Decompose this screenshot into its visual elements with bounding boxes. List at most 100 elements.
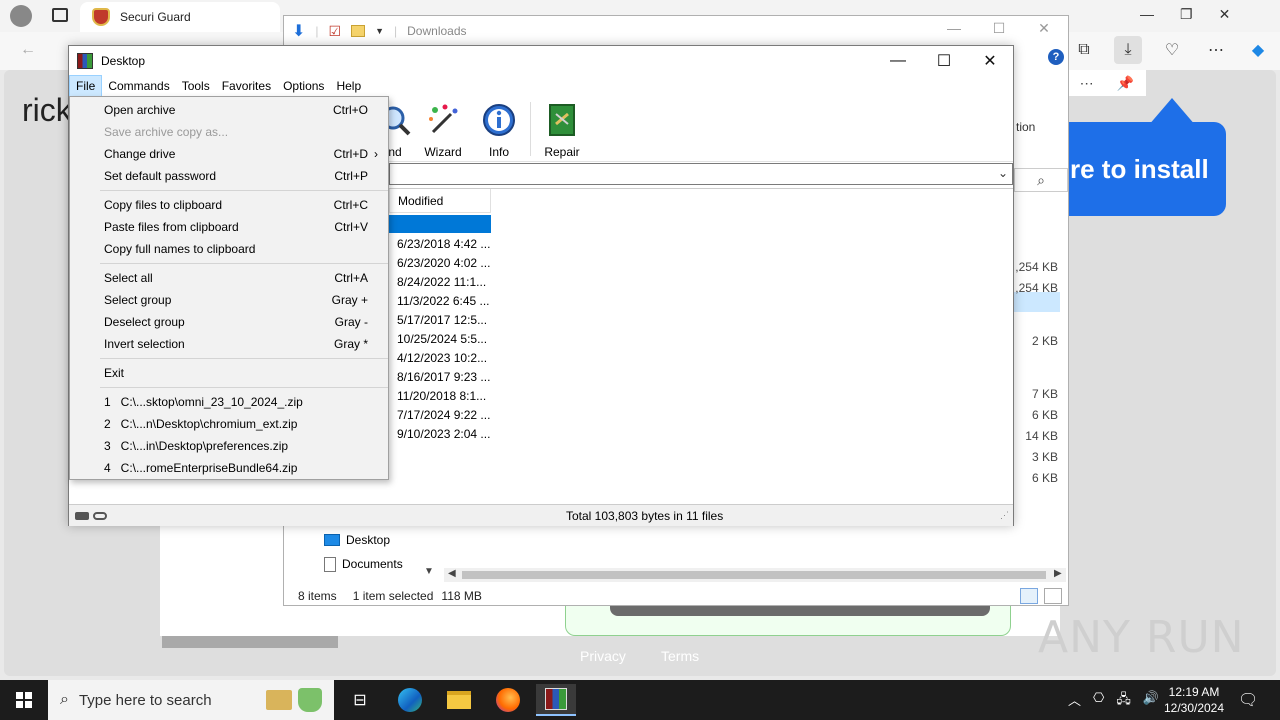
- taskbar-clock[interactable]: 12:19 AM 12/30/2024: [1160, 684, 1228, 716]
- menu-item-set-default-password[interactable]: Set default password Ctrl+P: [70, 165, 388, 187]
- pin-icon[interactable]: 📌: [1117, 75, 1134, 92]
- nav-item-desktop[interactable]: Desktop: [284, 528, 440, 552]
- nav-item-documents[interactable]: Documents: [284, 552, 440, 576]
- selection-size: 118 MB: [441, 589, 482, 603]
- task-view-icon[interactable]: ⊟: [340, 684, 380, 716]
- taskbar-search-box[interactable]: ⌕ Type here to search: [48, 680, 334, 720]
- menu-file[interactable]: File: [69, 75, 103, 97]
- menu-item-deselect-group[interactable]: Deselect group Gray -: [70, 311, 388, 333]
- key-icon[interactable]: [93, 511, 107, 520]
- desktop-folder-icon: [324, 534, 340, 546]
- menu-options[interactable]: Options: [277, 76, 330, 96]
- menu-item-change-drive[interactable]: Change drive Ctrl+D ›: [70, 143, 388, 165]
- menu-item-exit[interactable]: Exit: [70, 362, 388, 384]
- modified-cell[interactable]: 9/10/2023 2:04 ...: [397, 427, 490, 446]
- close-icon[interactable]: ✕: [1219, 6, 1231, 23]
- menu-item-recent-archive[interactable]: 4 C:\...romeEnterpriseBundle64.zip: [70, 457, 388, 479]
- browser-tab[interactable]: Securi Guard: [80, 2, 280, 32]
- nav-scroll-down-icon[interactable]: ▼: [424, 566, 434, 577]
- minimize-icon[interactable]: —: [934, 20, 974, 36]
- file-explorer-taskbar-icon[interactable]: [439, 684, 479, 716]
- scroll-right-icon[interactable]: ▶: [1054, 568, 1062, 579]
- menu-item-recent-archive[interactable]: 1 C:\...sktop\omni_23_10_2024_.zip: [70, 391, 388, 413]
- privacy-link[interactable]: Privacy: [580, 648, 626, 664]
- minimize-icon[interactable]: —: [1140, 6, 1154, 23]
- health-icon[interactable]: ♡: [1158, 36, 1186, 64]
- volume-icon[interactable]: 🔊: [1143, 690, 1159, 712]
- help-icon[interactable]: ?: [1048, 49, 1064, 65]
- menu-shortcut: Ctrl+V: [334, 220, 368, 234]
- menu-item-select-all[interactable]: Select all Ctrl+A: [70, 267, 388, 289]
- copilot-icon[interactable]: ◆: [1244, 36, 1272, 64]
- collections-icon[interactable]: ⧉: [1070, 36, 1098, 64]
- details-view-icon[interactable]: [1020, 588, 1038, 604]
- menu-item-recent-archive[interactable]: 3 C:\...in\Desktop\preferences.zip: [70, 435, 388, 457]
- back-arrow-icon[interactable]: ←: [14, 36, 42, 64]
- menu-item-select-group[interactable]: Select group Gray +: [70, 289, 388, 311]
- drive-icon[interactable]: [75, 511, 89, 520]
- start-button[interactable]: [0, 680, 48, 720]
- firefox-taskbar-icon[interactable]: [488, 684, 528, 716]
- modified-cell[interactable]: 6/23/2020 4:02 ...: [397, 256, 490, 275]
- network-icon[interactable]: 🖧: [1116, 690, 1131, 712]
- menu-help[interactable]: Help: [330, 76, 367, 96]
- selection-count: 1 item selected: [352, 589, 434, 603]
- minimize-icon[interactable]: —: [875, 46, 921, 76]
- modified-cell[interactable]: 10/25/2024 5:5...: [397, 332, 490, 351]
- profile-avatar[interactable]: [10, 5, 32, 27]
- maximize-icon[interactable]: ☐: [921, 46, 967, 76]
- selected-row[interactable]: [389, 215, 491, 233]
- folder-icon[interactable]: [351, 25, 366, 37]
- device-icon[interactable]: ⎔: [1093, 690, 1104, 712]
- selected-row-highlight: [1012, 292, 1060, 312]
- modified-cell[interactable]: 11/3/2022 6:45 ...: [397, 294, 490, 313]
- tab-actions-icon[interactable]: [52, 8, 68, 22]
- resize-grip-icon[interactable]: ⋰: [1000, 510, 1009, 521]
- menu-item-recent-archive[interactable]: 2 C:\...n\Desktop\chromium_ext.zip: [70, 413, 388, 435]
- column-header-modified[interactable]: Modified: [389, 189, 491, 213]
- menu-item-open-archive[interactable]: Open archive Ctrl+O: [70, 99, 388, 121]
- info-button[interactable]: Info: [469, 102, 529, 159]
- close-icon[interactable]: ✕: [1024, 20, 1064, 37]
- more-icon[interactable]: ⋯: [1080, 75, 1094, 92]
- edge-taskbar-icon[interactable]: [390, 684, 430, 716]
- quick-access-dropdown-icon[interactable]: ▼: [375, 26, 384, 36]
- close-icon[interactable]: ✕: [967, 46, 1013, 76]
- menu-item-paste-files[interactable]: Paste files from clipboard Ctrl+V: [70, 216, 388, 238]
- toolbar-separator: [530, 102, 531, 156]
- menu-item-invert-selection[interactable]: Invert selection Gray *: [70, 333, 388, 355]
- downloads-icon[interactable]: ⤓: [1114, 36, 1142, 64]
- modified-cell[interactable]: 6/23/2018 4:42 ...: [397, 237, 490, 256]
- more-options-icon[interactable]: ⋯: [1202, 36, 1230, 64]
- scrollbar-thumb[interactable]: [462, 571, 1046, 579]
- scroll-left-icon[interactable]: ◀: [448, 568, 456, 579]
- maximize-icon[interactable]: ☐: [979, 20, 1019, 37]
- modified-cell[interactable]: 5/17/2017 12:5...: [397, 313, 490, 332]
- large-icons-view-icon[interactable]: [1044, 588, 1062, 604]
- wizard-button[interactable]: Wizard: [413, 102, 473, 159]
- notifications-icon[interactable]: 🗨: [1238, 690, 1258, 710]
- properties-icon[interactable]: ☑: [329, 23, 342, 40]
- menu-tools[interactable]: Tools: [176, 76, 216, 96]
- chevron-up-icon[interactable]: ︿: [1068, 690, 1081, 712]
- winrar-taskbar-icon[interactable]: [536, 684, 576, 716]
- terms-link[interactable]: Terms: [661, 648, 699, 664]
- modified-cell[interactable]: 4/12/2023 10:2...: [397, 351, 490, 370]
- restore-icon[interactable]: ❐: [1180, 6, 1193, 23]
- modified-cell[interactable]: 11/20/2018 8:1...: [397, 389, 490, 408]
- menu-item-copy-full-names[interactable]: Copy full names to clipboard: [70, 238, 388, 260]
- repair-button[interactable]: Repair: [532, 102, 592, 159]
- menu-commands[interactable]: Commands: [102, 76, 175, 96]
- menu-favorites[interactable]: Favorites: [216, 76, 277, 96]
- chevron-down-icon[interactable]: ⌄: [998, 166, 1008, 180]
- repair-book-icon: [549, 104, 575, 136]
- address-bar[interactable]: ⌄: [389, 163, 1013, 185]
- search-icon[interactable]: ⌕: [1014, 168, 1068, 192]
- winrar-window-title: Desktop: [101, 54, 146, 68]
- menu-item-copy-files[interactable]: Copy files to clipboard Ctrl+C: [70, 194, 388, 216]
- cleaning-spray-icon: [298, 688, 322, 712]
- modified-cell[interactable]: 7/17/2024 9:22 ...: [397, 408, 490, 427]
- modified-cell[interactable]: 8/24/2022 11:1...: [397, 275, 490, 294]
- modified-cell[interactable]: 8/16/2017 9:23 ...: [397, 370, 490, 389]
- winrar-titlebar: Desktop — ☐ ✕: [69, 46, 1013, 76]
